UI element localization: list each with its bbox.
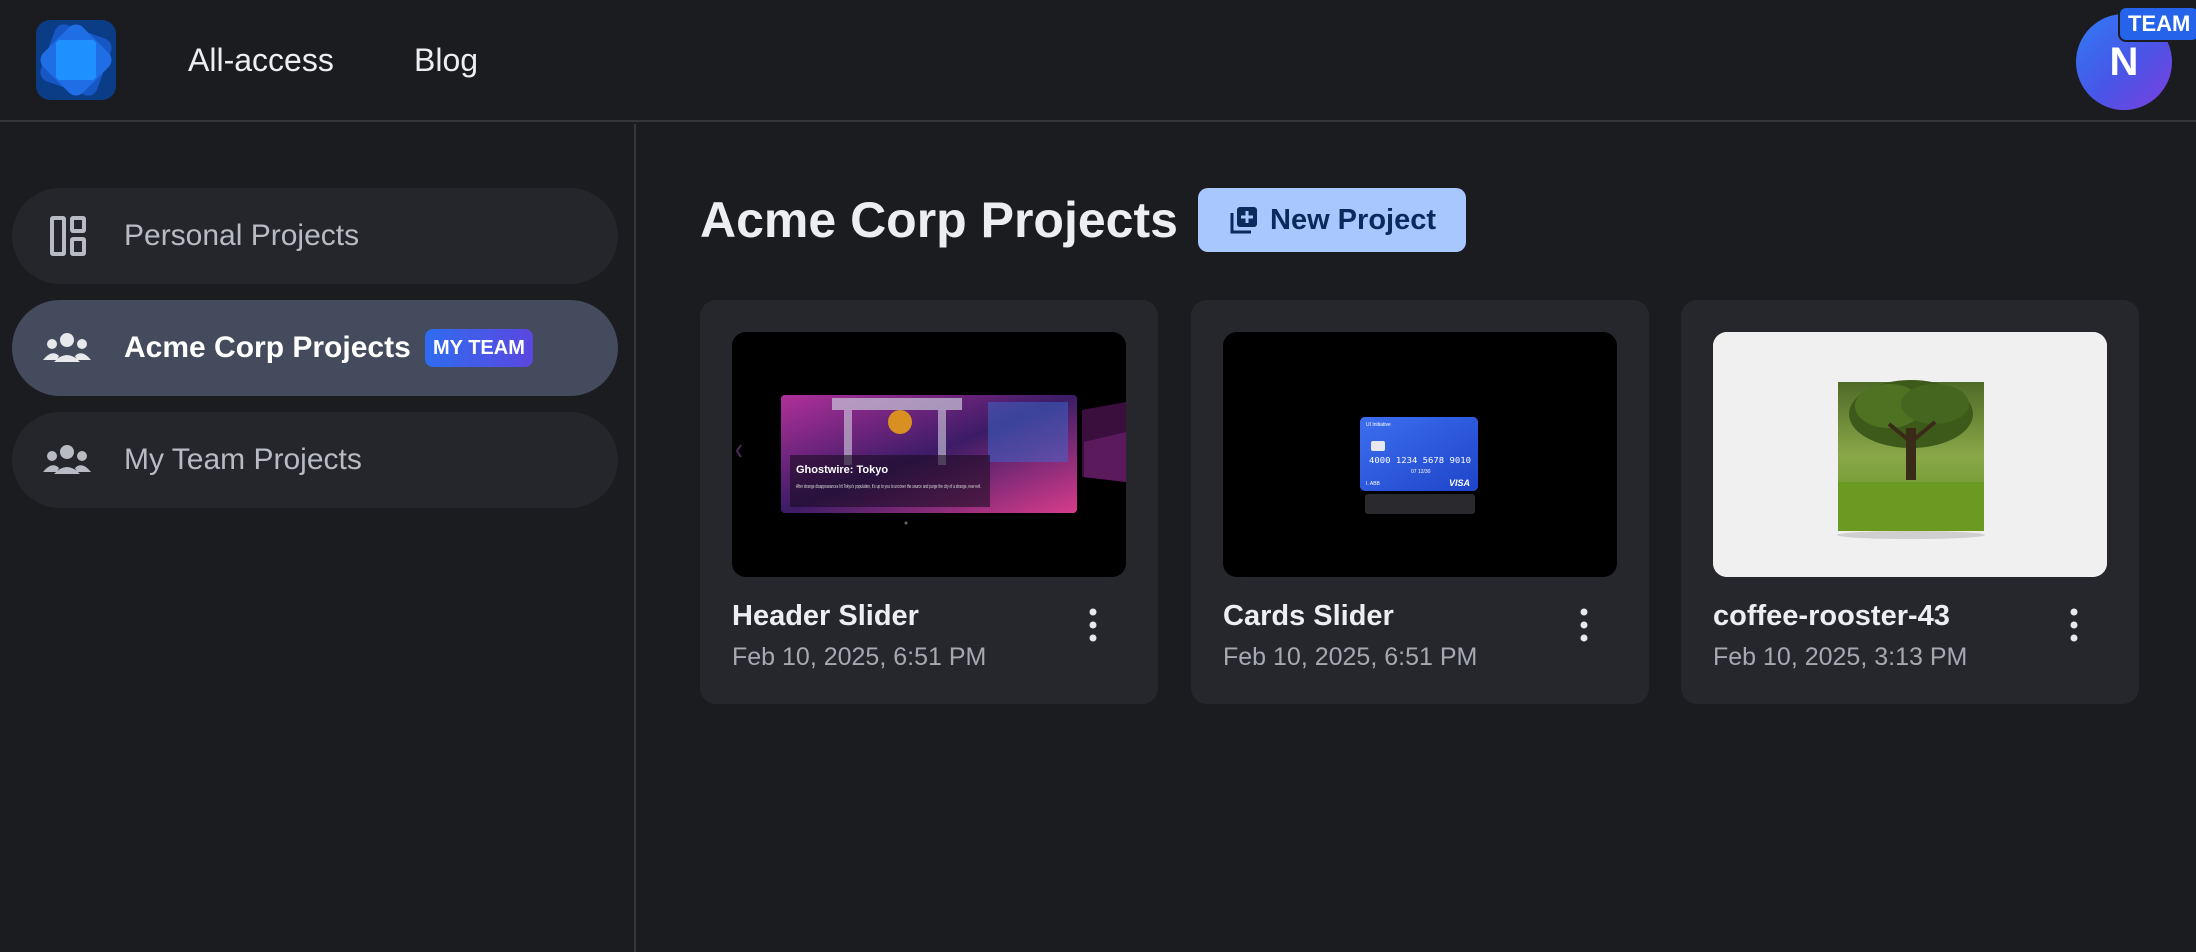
project-thumbnail[interactable]: UI Initiative 4000 1234 5678 9010 07 12/… (1223, 332, 1617, 577)
more-options-icon[interactable] (1563, 604, 1605, 646)
dashboard-icon (50, 216, 86, 256)
group-icon (43, 333, 91, 362)
sidebar-item-acme-corp-projects[interactable]: Acme Corp Projects MY TEAM (12, 300, 618, 396)
sidebar-divider (634, 124, 636, 952)
project-thumbnail[interactable] (1713, 332, 2107, 577)
card-brand: VISA (1449, 478, 1470, 488)
more-options-icon[interactable] (1072, 604, 1114, 646)
app-logo[interactable] (32, 16, 120, 104)
new-project-button[interactable]: New Project (1198, 188, 1466, 252)
top-bar: All-access Blog N TEAM (0, 0, 2196, 122)
project-card-cards-slider[interactable]: UI Initiative 4000 1234 5678 9010 07 12/… (1191, 300, 1649, 704)
project-card-header-slider[interactable]: Ghostwire: Tokyo After strange disappear… (700, 300, 1158, 704)
project-date: Feb 10, 2025, 6:51 PM (732, 643, 987, 671)
project-thumbnail[interactable]: Ghostwire: Tokyo After strange disappear… (732, 332, 1126, 577)
card-number: 4000 1234 5678 9010 (1369, 456, 1471, 465)
nav-all-access[interactable]: All-access (188, 38, 334, 82)
group-icon (43, 445, 91, 474)
my-team-badge: MY TEAM (425, 329, 533, 367)
project-name[interactable]: coffee-rooster-43 (1713, 596, 1950, 636)
project-name[interactable]: Cards Slider (1223, 596, 1394, 636)
project-date: Feb 10, 2025, 6:51 PM (1223, 643, 1478, 671)
project-date: Feb 10, 2025, 3:13 PM (1713, 643, 1968, 671)
sidebar-item-personal-projects[interactable]: Personal Projects (12, 188, 618, 284)
project-name[interactable]: Header Slider (732, 596, 919, 636)
thumb-title: Ghostwire: Tokyo (796, 464, 888, 476)
page-title: Acme Corp Projects (700, 192, 1178, 248)
sidebar-item-label: Acme Corp Projects (124, 331, 411, 364)
card-holder: I. ABB (1366, 481, 1381, 487)
team-badge: TEAM (2118, 6, 2196, 42)
new-project-label: New Project (1270, 204, 1436, 236)
project-card-coffee-rooster-43[interactable]: coffee-rooster-43 Feb 10, 2025, 3:13 PM (1681, 300, 2139, 704)
card-exp: 07 12/30 (1411, 469, 1431, 475)
nav-blog[interactable]: Blog (414, 38, 478, 82)
sidebar-item-label: Personal Projects (124, 219, 360, 252)
thumb-text: After strange disappearances hit Tokyo's… (796, 484, 981, 490)
more-options-icon[interactable] (2053, 604, 2095, 646)
card-name: UI Initiative (1366, 422, 1391, 428)
avatar-initial: N (2109, 39, 2139, 84)
sidebar-item-my-team-projects[interactable]: My Team Projects (12, 412, 618, 508)
add-library-icon (1230, 207, 1257, 234)
sidebar-item-label: My Team Projects (124, 443, 362, 476)
